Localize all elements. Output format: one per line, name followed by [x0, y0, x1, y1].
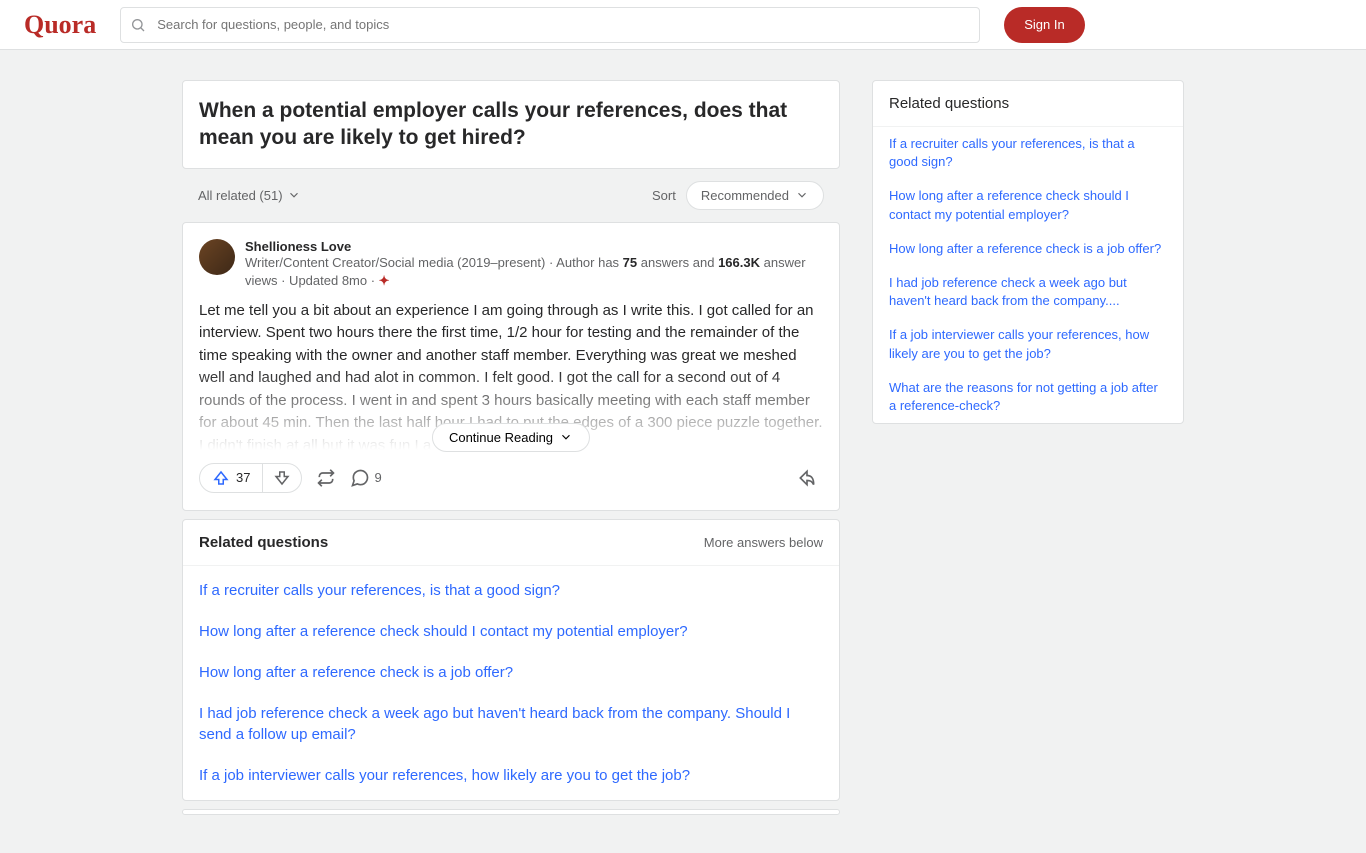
sidebar-link[interactable]: How long after a reference check should …: [873, 179, 1183, 231]
top-header: Quora Sign In: [0, 0, 1366, 50]
vote-pill: 37: [199, 463, 302, 493]
question-card: When a potential employer calls your ref…: [182, 80, 840, 169]
related-link[interactable]: If a recruiter calls your references, is…: [183, 570, 839, 611]
plus-icon: ✦: [379, 272, 390, 290]
sidebar-link[interactable]: How long after a reference check is a jo…: [873, 232, 1183, 266]
chevron-down-icon: [795, 188, 809, 202]
filter-row: All related (51) Sort Recommended: [182, 177, 840, 214]
upvote-count: 37: [236, 470, 250, 485]
comment-icon: [350, 468, 370, 488]
continue-reading-button[interactable]: Continue Reading: [432, 423, 590, 452]
sort-label: Sort: [652, 188, 676, 203]
share-icon[interactable]: [791, 462, 823, 494]
next-card-peek: [182, 809, 840, 815]
related-inline-card: Related questions More answers below If …: [182, 519, 840, 801]
avatar[interactable]: [199, 239, 235, 275]
all-related-filter[interactable]: All related (51): [198, 188, 301, 203]
repost-icon[interactable]: [310, 462, 342, 494]
action-bar: 37 9: [199, 462, 823, 494]
chevron-down-icon: [287, 188, 301, 202]
quora-logo[interactable]: Quora: [24, 10, 96, 40]
sort-value: Recommended: [701, 188, 789, 203]
search-icon: [130, 17, 146, 33]
sidebar-heading: Related questions: [873, 81, 1183, 127]
downvote-icon: [273, 469, 291, 487]
related-link[interactable]: I had job reference check a week ago but…: [183, 693, 839, 755]
related-link[interactable]: How long after a reference check is a jo…: [183, 652, 839, 693]
sidebar-link[interactable]: If a job interviewer calls your referenc…: [873, 318, 1183, 370]
sidebar-related-card: Related questions If a recruiter calls y…: [872, 80, 1184, 424]
question-title: When a potential employer calls your ref…: [183, 81, 839, 168]
sign-in-button[interactable]: Sign In: [1004, 7, 1084, 43]
sidebar-link[interactable]: If a recruiter calls your references, is…: [873, 127, 1183, 179]
sidebar-link[interactable]: I had job reference check a week ago but…: [873, 266, 1183, 318]
downvote-button[interactable]: [262, 464, 301, 492]
sort-dropdown[interactable]: Recommended: [686, 181, 824, 210]
author-meta: Writer/Content Creator/Social media (201…: [245, 254, 823, 290]
related-heading: Related questions: [199, 534, 328, 551]
all-related-label: All related (51): [198, 188, 283, 203]
answer-card: Shellioness Love Writer/Content Creator/…: [182, 222, 840, 511]
sidebar-link[interactable]: What are the reasons for not getting a j…: [873, 371, 1183, 423]
comment-button[interactable]: 9: [350, 468, 381, 488]
more-answers-label: More answers below: [704, 535, 823, 550]
related-link[interactable]: If a job interviewer calls your referenc…: [183, 755, 839, 796]
author-name[interactable]: Shellioness Love: [245, 239, 823, 254]
chevron-down-icon: [559, 430, 573, 444]
comment-count: 9: [374, 470, 381, 485]
upvote-icon: [212, 469, 230, 487]
related-link[interactable]: How long after a reference check should …: [183, 611, 839, 652]
search-wrap: [120, 7, 980, 43]
upvote-button[interactable]: 37: [200, 464, 262, 492]
search-input[interactable]: [120, 7, 980, 43]
